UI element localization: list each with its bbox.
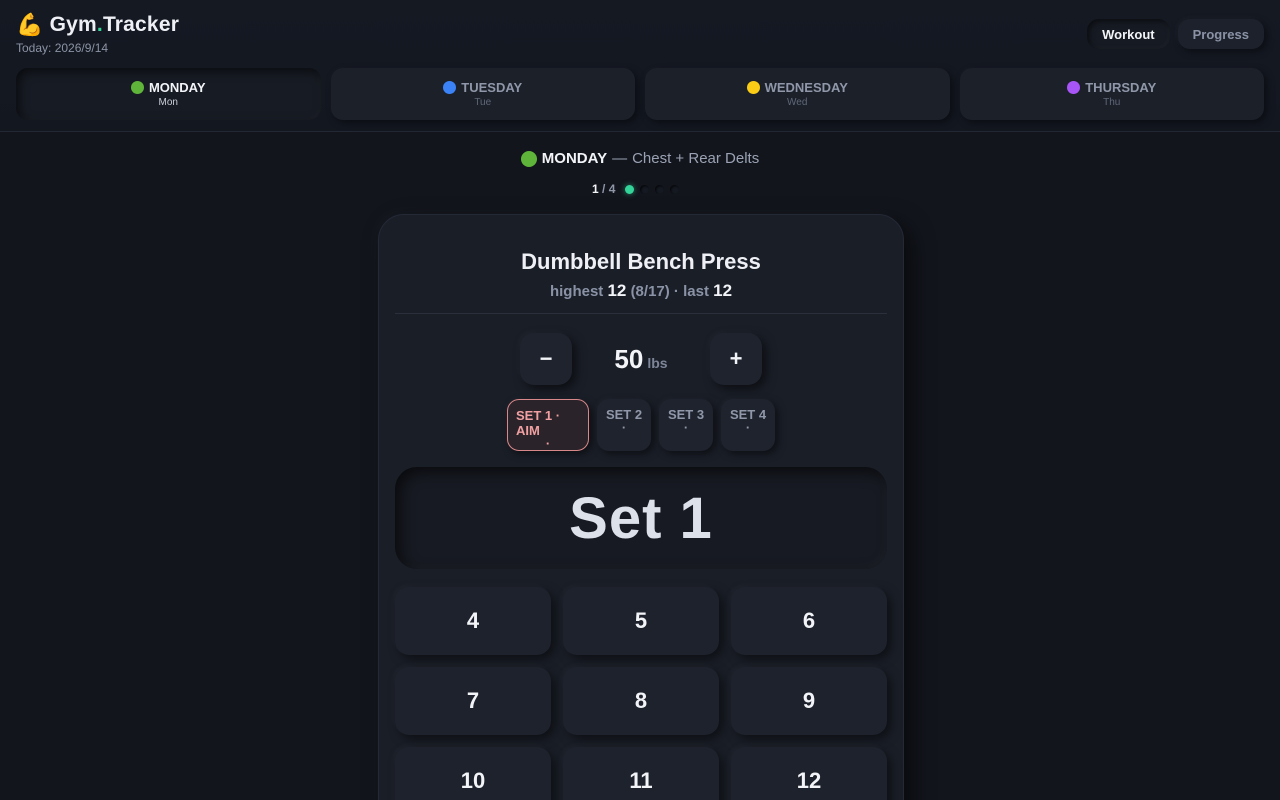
last-value: 12 — [713, 281, 733, 300]
highest-date: (8/17) — [630, 283, 670, 300]
workout-tab[interactable]: Workout — [1087, 19, 1170, 49]
highest-value: 12 — [607, 281, 627, 300]
workout-separator: — — [612, 150, 628, 167]
keypad-key[interactable]: 7 — [395, 667, 551, 735]
progress-dot[interactable] — [655, 184, 665, 194]
weight-unit: lbs — [647, 354, 668, 371]
exercise-progress: 1 / 4 — [592, 182, 680, 196]
divider — [395, 313, 887, 314]
progress-dot[interactable] — [670, 184, 680, 194]
day-name: MONDAY — [148, 80, 206, 95]
title-prefix: Gym — [49, 13, 97, 36]
day-short: Thu — [1103, 97, 1121, 108]
purple-circle-icon — [1067, 81, 1081, 94]
set-selector: SET 1 · AIM · SET 2 · SET 3 · SET 4 · — [379, 399, 903, 451]
day-tab-tuesday[interactable]: TUESDAY Tue — [330, 68, 635, 120]
today-date: Today: 2026/9/14 — [16, 41, 109, 55]
weight-stepper: − 50 lbs + — [379, 333, 903, 385]
workout-focus: Chest + Rear Delts — [632, 150, 760, 167]
day-tab-monday[interactable]: MONDAY Mon — [16, 68, 321, 120]
rep-keypad: 4 5 6 7 8 9 10 11 12 — [395, 587, 887, 800]
app-header: 💪 Gym. Tracker Today: 2026/9/14 Workout P… — [0, 0, 1280, 132]
set-chip-1[interactable]: SET 1 · AIM · — [507, 399, 589, 451]
rep-display-text: Set 1 — [569, 485, 713, 551]
weight-value: 50 — [614, 343, 644, 374]
progress-text: 1 / 4 — [592, 182, 616, 196]
app-title: 💪 Gym. Tracker — [16, 12, 179, 38]
progress-dot[interactable] — [640, 184, 650, 194]
keypad-key[interactable]: 12 — [731, 747, 887, 800]
day-tab-wednesday[interactable]: WEDNESDAY Wed — [645, 68, 950, 120]
keypad-key[interactable]: 6 — [731, 587, 887, 655]
green-circle-icon — [130, 81, 144, 94]
day-short: Wed — [787, 97, 808, 108]
decrease-weight-button[interactable]: − — [520, 333, 572, 385]
blue-circle-icon — [443, 81, 457, 94]
main-nav: Workout Progress — [1087, 19, 1264, 49]
workout-heading: MONDAY — Chest + Rear Delts — [0, 150, 1280, 167]
keypad-key[interactable]: 11 — [563, 747, 719, 800]
keypad-key[interactable]: 5 — [563, 587, 719, 655]
flexed-biceps-icon: 💪 — [16, 12, 44, 37]
set-chip-3[interactable]: SET 3 · — [659, 399, 713, 451]
keypad-key[interactable]: 8 — [563, 667, 719, 735]
rep-display: Set 1 — [395, 467, 887, 569]
set-chip-2[interactable]: SET 2 · — [597, 399, 651, 451]
weight-display: 50 lbs — [572, 344, 710, 375]
increase-weight-button[interactable]: + — [710, 333, 762, 385]
day-name: THURSDAY — [1085, 80, 1157, 95]
title-suffix: Tracker — [102, 13, 180, 36]
day-tabs: MONDAY Mon TUESDAY Tue WEDNESDAY Wed THU… — [16, 68, 1264, 120]
exercise-name: Dumbbell Bench Press — [521, 249, 761, 274]
keypad-key[interactable]: 9 — [731, 667, 887, 735]
day-tab-thursday[interactable]: THURSDAY Thu — [959, 68, 1264, 120]
day-short: Tue — [474, 97, 492, 108]
brand: 💪 Gym. Tracker Today: 2026/9/14 — [16, 12, 179, 55]
day-name: WEDNESDAY — [764, 80, 848, 95]
workout-day: MONDAY — [541, 150, 608, 167]
day-name: TUESDAY — [461, 80, 523, 95]
progress-tab[interactable]: Progress — [1177, 19, 1264, 49]
exercise-stats: highest 12 (8/17) · last 12 — [549, 281, 733, 300]
day-short: Mon — [158, 97, 178, 108]
exercise-card: Dumbbell Bench Press highest 12 (8/17) ·… — [378, 214, 904, 800]
set-chip-4[interactable]: SET 4 · — [721, 399, 775, 451]
green-circle-icon — [520, 150, 537, 167]
keypad-key[interactable]: 4 — [395, 587, 551, 655]
yellow-circle-icon — [746, 81, 760, 94]
keypad-key[interactable]: 10 — [395, 747, 551, 800]
progress-dot-active[interactable] — [625, 184, 635, 194]
